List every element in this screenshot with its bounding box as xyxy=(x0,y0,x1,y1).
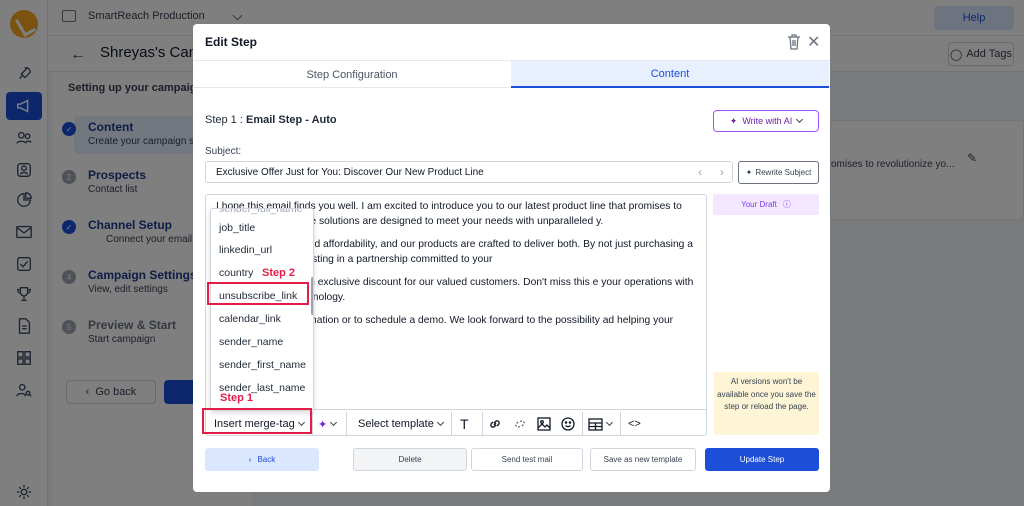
chevron-down-icon xyxy=(796,115,804,124)
ai-magic-dropdown[interactable]: ✦ xyxy=(318,414,338,434)
step1-highlight-box xyxy=(202,408,312,434)
modal-title: Edit Step xyxy=(205,35,258,49)
subject-value: Exclusive Offer Just for You: Discover O… xyxy=(216,167,484,178)
text-format-icon[interactable]: T xyxy=(460,414,469,434)
magic-wand-icon: ✦ xyxy=(318,418,328,431)
update-step-button[interactable]: Update Step xyxy=(705,448,819,471)
divider xyxy=(451,412,452,435)
info-icon: ⓘ xyxy=(782,200,791,209)
merge-tag-item[interactable]: sender_first_name xyxy=(219,359,306,371)
write-with-ai-button[interactable]: ✦ Write with AI xyxy=(713,110,819,132)
send-test-mail-button[interactable]: Send test mail xyxy=(471,448,583,471)
merge-tag-item[interactable]: calendar_link xyxy=(219,313,281,325)
email-body-editor[interactable]: I hope this email finds you well. I am e… xyxy=(205,194,707,436)
draft-label: Your Draft xyxy=(741,200,777,209)
table-icon[interactable] xyxy=(588,414,614,434)
step-label: Step 1 : Email Step - Auto xyxy=(205,114,337,126)
merge-tag-item[interactable]: sender_name xyxy=(219,336,283,348)
unlink-icon[interactable] xyxy=(513,414,527,434)
ai-versions-note: AI versions won't be available once you … xyxy=(714,372,819,435)
template-label: Select template xyxy=(358,418,434,430)
divider xyxy=(582,412,583,435)
tab-content[interactable]: Content xyxy=(511,61,829,88)
save-template-button[interactable]: Save as new template xyxy=(590,448,696,471)
chevron-left-icon: ‹ xyxy=(248,455,252,464)
merge-tag-menu: sender_full_name job_title linkedin_url … xyxy=(210,208,314,411)
emoji-icon[interactable] xyxy=(561,414,575,434)
your-draft-button[interactable]: Your Draft ⓘ xyxy=(713,194,819,215)
divider xyxy=(620,412,621,435)
divider xyxy=(346,412,347,435)
modal-tabs: Step Configuration Content xyxy=(193,60,830,88)
link-icon[interactable] xyxy=(488,414,502,434)
dropdown-scrollbar[interactable] xyxy=(311,277,313,315)
delete-button[interactable]: Delete xyxy=(353,448,467,471)
chevron-right-icon[interactable]: › xyxy=(720,165,724,179)
rewrite-subject-button[interactable]: ✦ Rewrite Subject xyxy=(738,161,819,184)
step2-highlight-box xyxy=(207,282,309,305)
divider xyxy=(482,412,483,435)
chevron-down-icon xyxy=(605,418,614,427)
step-prefix: Step 1 : xyxy=(205,114,246,126)
write-ai-label: Write with AI xyxy=(742,116,793,126)
merge-tag-item[interactable]: country xyxy=(219,267,253,279)
chevron-down-icon xyxy=(330,418,338,427)
subject-input[interactable]: Exclusive Offer Just for You: Discover O… xyxy=(205,161,733,183)
subject-label: Subject: xyxy=(205,146,242,157)
magic-wand-icon: ✦ xyxy=(729,115,738,126)
close-icon[interactable]: ✕ xyxy=(807,32,820,52)
step2-annotation: Step 2 xyxy=(262,267,296,279)
trash-icon[interactable] xyxy=(787,34,801,50)
tab-step-configuration[interactable]: Step Configuration xyxy=(193,61,511,88)
step1-annotation: Step 1 xyxy=(220,392,254,404)
merge-tag-item[interactable]: job_title xyxy=(219,222,255,234)
back-label: Back xyxy=(257,455,276,464)
merge-tag-item[interactable]: sender_full_name xyxy=(219,209,302,215)
magic-wand-icon: ✦ xyxy=(745,168,753,177)
image-icon[interactable] xyxy=(537,414,551,434)
step-name: Email Step - Auto xyxy=(245,114,337,126)
chevron-left-icon[interactable]: ‹ xyxy=(698,165,702,179)
select-template-dropdown[interactable]: Select template xyxy=(358,414,444,434)
chevron-down-icon xyxy=(436,418,444,427)
rewrite-label: Rewrite Subject xyxy=(755,168,812,177)
divider xyxy=(312,412,313,435)
back-button[interactable]: ‹ Back xyxy=(205,448,319,471)
code-view-icon[interactable]: <> xyxy=(628,414,641,434)
merge-tag-item[interactable]: linkedin_url xyxy=(219,244,272,256)
